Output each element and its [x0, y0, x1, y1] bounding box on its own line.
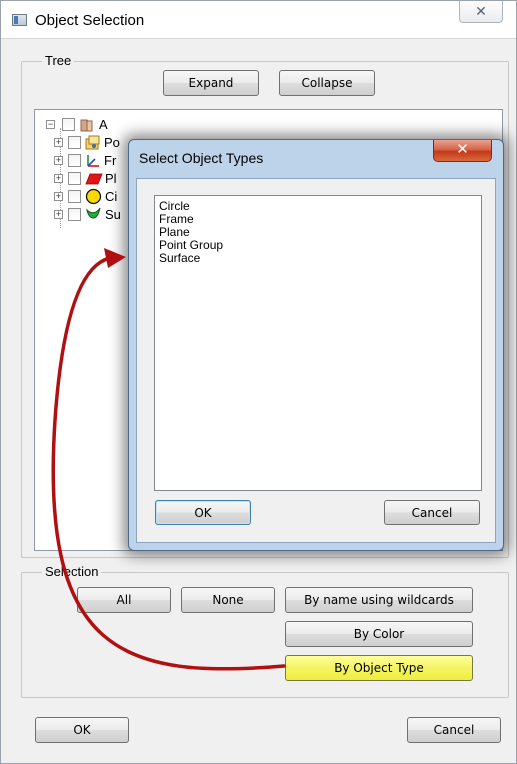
select-by-color-button[interactable]: By Color	[285, 621, 473, 647]
dialog-close-button[interactable]: ✕	[433, 140, 492, 162]
select-all-button[interactable]: All	[77, 587, 171, 613]
close-button[interactable]: ✕	[459, 1, 503, 23]
ok-button[interactable]: OK	[35, 717, 129, 743]
tree-item-label: Su	[105, 207, 121, 222]
select-object-types-dialog: Select Object Types ✕ Circle Frame Plane…	[128, 139, 504, 551]
tree-item-label: Ci	[105, 189, 118, 204]
dialog-ok-button[interactable]: OK	[155, 500, 251, 525]
expand-node-icon[interactable]: +	[54, 156, 63, 165]
tree-root-label: A	[99, 117, 108, 132]
collapse-button[interactable]: Collapse	[279, 70, 375, 96]
list-item[interactable]: Surface	[159, 252, 200, 265]
expand-node-icon[interactable]: +	[54, 174, 63, 183]
expand-node-icon[interactable]: +	[54, 192, 63, 201]
tree-checkbox[interactable]	[68, 136, 81, 149]
expand-node-icon[interactable]: +	[54, 210, 63, 219]
tree-item-label: Po	[104, 135, 120, 150]
tree-checkbox[interactable]	[68, 154, 81, 167]
tree-item-label: Fr	[104, 153, 117, 168]
plane-icon	[85, 173, 103, 185]
tree-root-item[interactable]: − A	[35, 116, 155, 133]
tree-checkbox[interactable]	[68, 208, 81, 221]
select-none-button[interactable]: None	[181, 587, 275, 613]
collapse-node-icon[interactable]: −	[46, 120, 55, 129]
object-type-list[interactable]: Circle Frame Plane Point Group Surface	[154, 195, 482, 491]
frame-axes-icon	[87, 155, 99, 167]
folder-object-icon	[80, 119, 93, 132]
expand-button[interactable]: Expand	[163, 70, 259, 96]
window-icon	[12, 14, 27, 26]
tree-item-label: Pl	[105, 171, 117, 186]
dialog-cancel-button[interactable]: Cancel	[384, 500, 480, 525]
cancel-button[interactable]: Cancel	[407, 717, 501, 743]
tree-checkbox[interactable]	[68, 190, 81, 203]
select-by-wildcards-button[interactable]: By name using wildcards	[285, 587, 473, 613]
dialog-body: Circle Frame Plane Point Group Surface O…	[136, 178, 496, 543]
circle-icon	[85, 188, 102, 205]
tree-group-label: Tree	[42, 53, 75, 68]
selection-group-label: Selection	[42, 564, 102, 579]
window-title: Object Selection	[35, 12, 145, 29]
surface-icon	[86, 207, 101, 219]
tree-checkbox[interactable]	[68, 172, 81, 185]
select-by-object-type-button[interactable]: By Object Type	[285, 655, 473, 681]
dialog-title: Select Object Types	[139, 150, 264, 166]
expand-node-icon[interactable]: +	[54, 138, 63, 147]
tree-checkbox[interactable]	[62, 118, 75, 131]
title-bar: Object Selection ✕	[1, 1, 516, 39]
point-group-icon	[85, 135, 100, 150]
